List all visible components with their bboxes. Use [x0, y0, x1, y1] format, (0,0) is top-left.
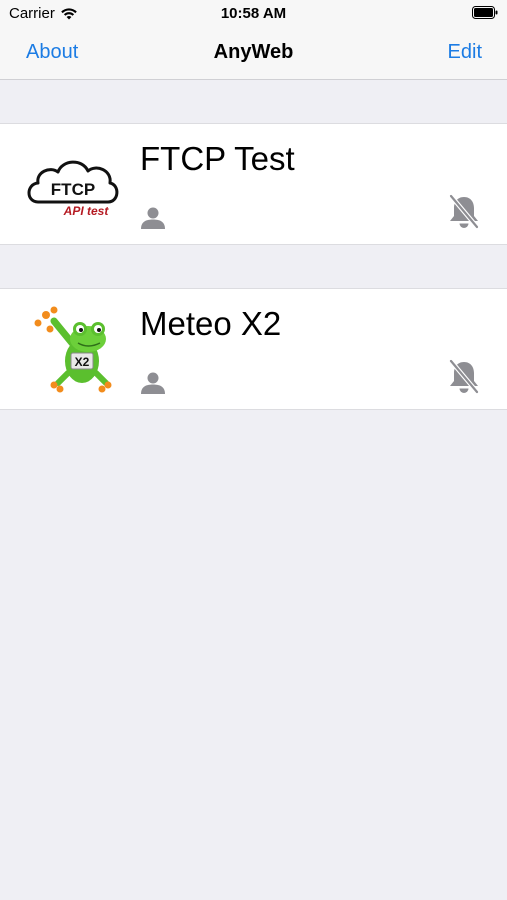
bell-slash-icon[interactable]: [447, 359, 481, 395]
list-item-meteo-x2[interactable]: X2 Meteo X2: [0, 288, 507, 410]
edit-button[interactable]: Edit: [448, 41, 482, 64]
navigation-bar: About AnyWeb Edit: [0, 28, 507, 80]
status-bar: Carrier 10:58 AM: [0, 0, 507, 28]
person-icon: [141, 207, 165, 229]
logo-text: X2: [75, 355, 90, 369]
page-title: AnyWeb: [213, 41, 294, 63]
item-title: Meteo X2: [140, 305, 282, 342]
status-time: 10:58 AM: [220, 5, 287, 22]
battery-icon: [472, 6, 498, 19]
meteo-frog-logo: X2: [34, 306, 112, 393]
bell-slash-icon[interactable]: [447, 194, 481, 230]
person-icon: [141, 372, 165, 394]
logo-subtext: API test: [63, 204, 110, 218]
item-title: FTCP Test: [140, 140, 295, 177]
ftcp-api-logo: FTCP API test: [27, 160, 119, 218]
logo-text: FTCP: [51, 180, 95, 199]
list-item-ftcp-test[interactable]: FTCP API test FTCP Test: [0, 123, 507, 245]
